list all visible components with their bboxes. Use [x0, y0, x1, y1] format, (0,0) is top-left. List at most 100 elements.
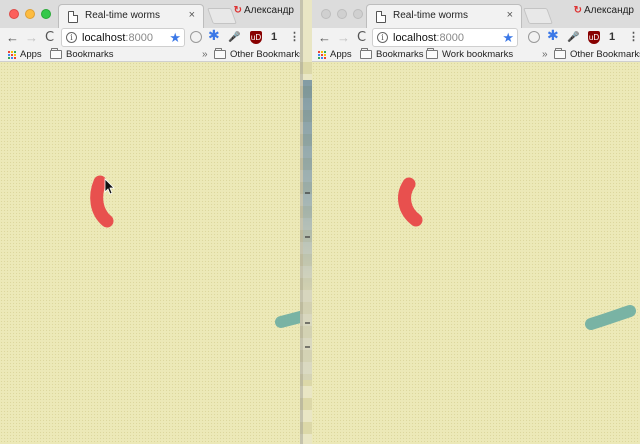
extension-ring-icon[interactable] [528, 31, 540, 43]
bookmark-folder-label: Other Bookmarks [230, 49, 300, 60]
folder-icon [214, 48, 226, 59]
browser-window-right: Real-time worms × ↻ Александр ← → C i loc… [312, 0, 640, 444]
bookmark-folder-bookmarks[interactable]: Bookmarks [360, 48, 424, 60]
bookmark-folder-label: Other Bookmarks [570, 49, 640, 60]
bookmark-folder-label: Bookmarks [376, 49, 424, 60]
profile-name: Александр [583, 5, 634, 16]
new-tab-button[interactable] [207, 8, 237, 24]
microphone-icon[interactable]: 🎤 [567, 31, 579, 44]
red-worm [398, 177, 423, 227]
new-tab-button[interactable] [523, 8, 553, 24]
apps-label: Apps [20, 49, 42, 60]
url-text: localhost:8000 [393, 32, 464, 44]
apps-label: Apps [330, 49, 352, 60]
tab-title: Real-time worms [393, 10, 469, 21]
bookmark-star-icon[interactable]: ★ [169, 30, 181, 46]
bookmark-folder-other[interactable]: Other Bookmarks [214, 48, 300, 60]
site-info-icon[interactable]: i [377, 32, 388, 43]
folder-icon [50, 48, 62, 59]
profile-name: Александр [243, 5, 294, 16]
teal-worm [275, 310, 300, 328]
address-bar[interactable]: i localhost:8000 ★ [61, 28, 185, 47]
extension-badge-count[interactable]: 1 [609, 31, 615, 44]
bookmark-folder-bookmarks[interactable]: Bookmarks [50, 48, 114, 60]
url-host: localhost [393, 32, 437, 44]
folder-icon [554, 48, 566, 59]
worms-svg [398, 177, 636, 330]
profile-icon: ↻ [233, 5, 242, 16]
browser-window-left: Real-time worms × ↻ Александр ← → C i loc… [0, 0, 300, 444]
bookmarks-bar: Apps Bookmarks » Other Bookmarks [0, 48, 300, 62]
close-tab-icon[interactable]: × [189, 9, 195, 21]
window-controls [9, 9, 51, 19]
tab-real-time-worms[interactable]: Real-time worms × [58, 4, 204, 28]
background-mark [305, 346, 310, 348]
extension-badge-count[interactable]: 1 [271, 31, 277, 44]
url-text: localhost:8000 [82, 32, 153, 44]
back-icon[interactable]: ← [6, 29, 19, 47]
bookmark-folder-other[interactable]: Other Bookmarks [554, 48, 640, 60]
folder-icon [360, 48, 372, 59]
window-shadow [300, 0, 303, 444]
zoom-window-button[interactable] [353, 9, 363, 19]
worms-canvas[interactable] [0, 62, 300, 444]
bookmark-folder-label: Bookmarks [66, 49, 114, 60]
apps-shortcut[interactable]: Apps [8, 49, 42, 60]
toolbar: ← → C i localhost:8000 ★ ✱ 🎤 uD 1 ⋮ [312, 28, 640, 48]
worms-svg [90, 175, 300, 328]
bookmarks-overflow-chevron[interactable]: » [202, 49, 208, 60]
menu-icon[interactable]: ⋮ [628, 31, 639, 44]
minimize-window-button[interactable] [337, 9, 347, 19]
background-mark [305, 236, 310, 238]
reload-icon[interactable]: C [357, 29, 366, 47]
extension-pin-icon[interactable]: ✱ [547, 28, 559, 42]
folder-icon [426, 48, 438, 59]
worms-canvas[interactable] [312, 62, 640, 444]
background-mark [305, 322, 310, 324]
profile-button[interactable]: ↻ Александр [574, 5, 634, 16]
forward-icon[interactable]: → [25, 29, 38, 47]
microphone-icon[interactable]: 🎤 [228, 31, 240, 44]
close-tab-icon[interactable]: × [507, 9, 513, 21]
url-host: localhost [82, 32, 126, 44]
forward-icon[interactable]: → [337, 29, 350, 47]
extension-ring-icon[interactable] [190, 31, 202, 43]
url-port: :8000 [436, 32, 464, 44]
desktop-gap [300, 0, 312, 444]
profile-button[interactable]: ↻ Александр [234, 5, 294, 16]
toolbar: ← → C i localhost:8000 ★ ✱ 🎤 uD 1 ⋮ [0, 28, 300, 48]
profile-icon: ↻ [573, 5, 582, 16]
tab-real-time-worms[interactable]: Real-time worms × [366, 4, 522, 28]
apps-shortcut[interactable]: Apps [318, 49, 352, 60]
tab-strip: Real-time worms × ↻ Александр [312, 0, 640, 28]
extension-pin-icon[interactable]: ✱ [208, 28, 220, 42]
apps-grid-icon [318, 50, 326, 59]
page-icon [68, 11, 78, 23]
ublock-icon[interactable]: uD [250, 31, 262, 44]
ublock-icon[interactable]: uD [588, 31, 600, 44]
tab-strip: Real-time worms × ↻ Александр [0, 0, 300, 28]
bookmark-folder-label: Work bookmarks [442, 49, 514, 60]
zoom-window-button[interactable] [41, 9, 51, 19]
close-window-button[interactable] [9, 9, 19, 19]
bookmarks-bar: Apps Bookmarks Work bookmarks » Other Bo… [312, 48, 640, 62]
background-window-edge [303, 80, 312, 380]
mouse-cursor-icon [104, 178, 115, 195]
site-info-icon[interactable]: i [66, 32, 77, 43]
page-icon [376, 11, 386, 23]
tab-title: Real-time worms [85, 10, 161, 21]
minimize-window-button[interactable] [25, 9, 35, 19]
teal-worm [585, 305, 636, 330]
bookmark-folder-work[interactable]: Work bookmarks [426, 48, 514, 60]
window-controls [321, 9, 363, 19]
url-port: :8000 [125, 32, 153, 44]
address-bar[interactable]: i localhost:8000 ★ [372, 28, 518, 47]
menu-icon[interactable]: ⋮ [289, 31, 300, 44]
bookmarks-overflow-chevron[interactable]: » [542, 49, 548, 60]
back-icon[interactable]: ← [318, 29, 331, 47]
bookmark-star-icon[interactable]: ★ [502, 30, 514, 46]
reload-icon[interactable]: C [45, 29, 54, 47]
background-mark [305, 192, 310, 194]
close-window-button[interactable] [321, 9, 331, 19]
apps-grid-icon [8, 50, 16, 59]
